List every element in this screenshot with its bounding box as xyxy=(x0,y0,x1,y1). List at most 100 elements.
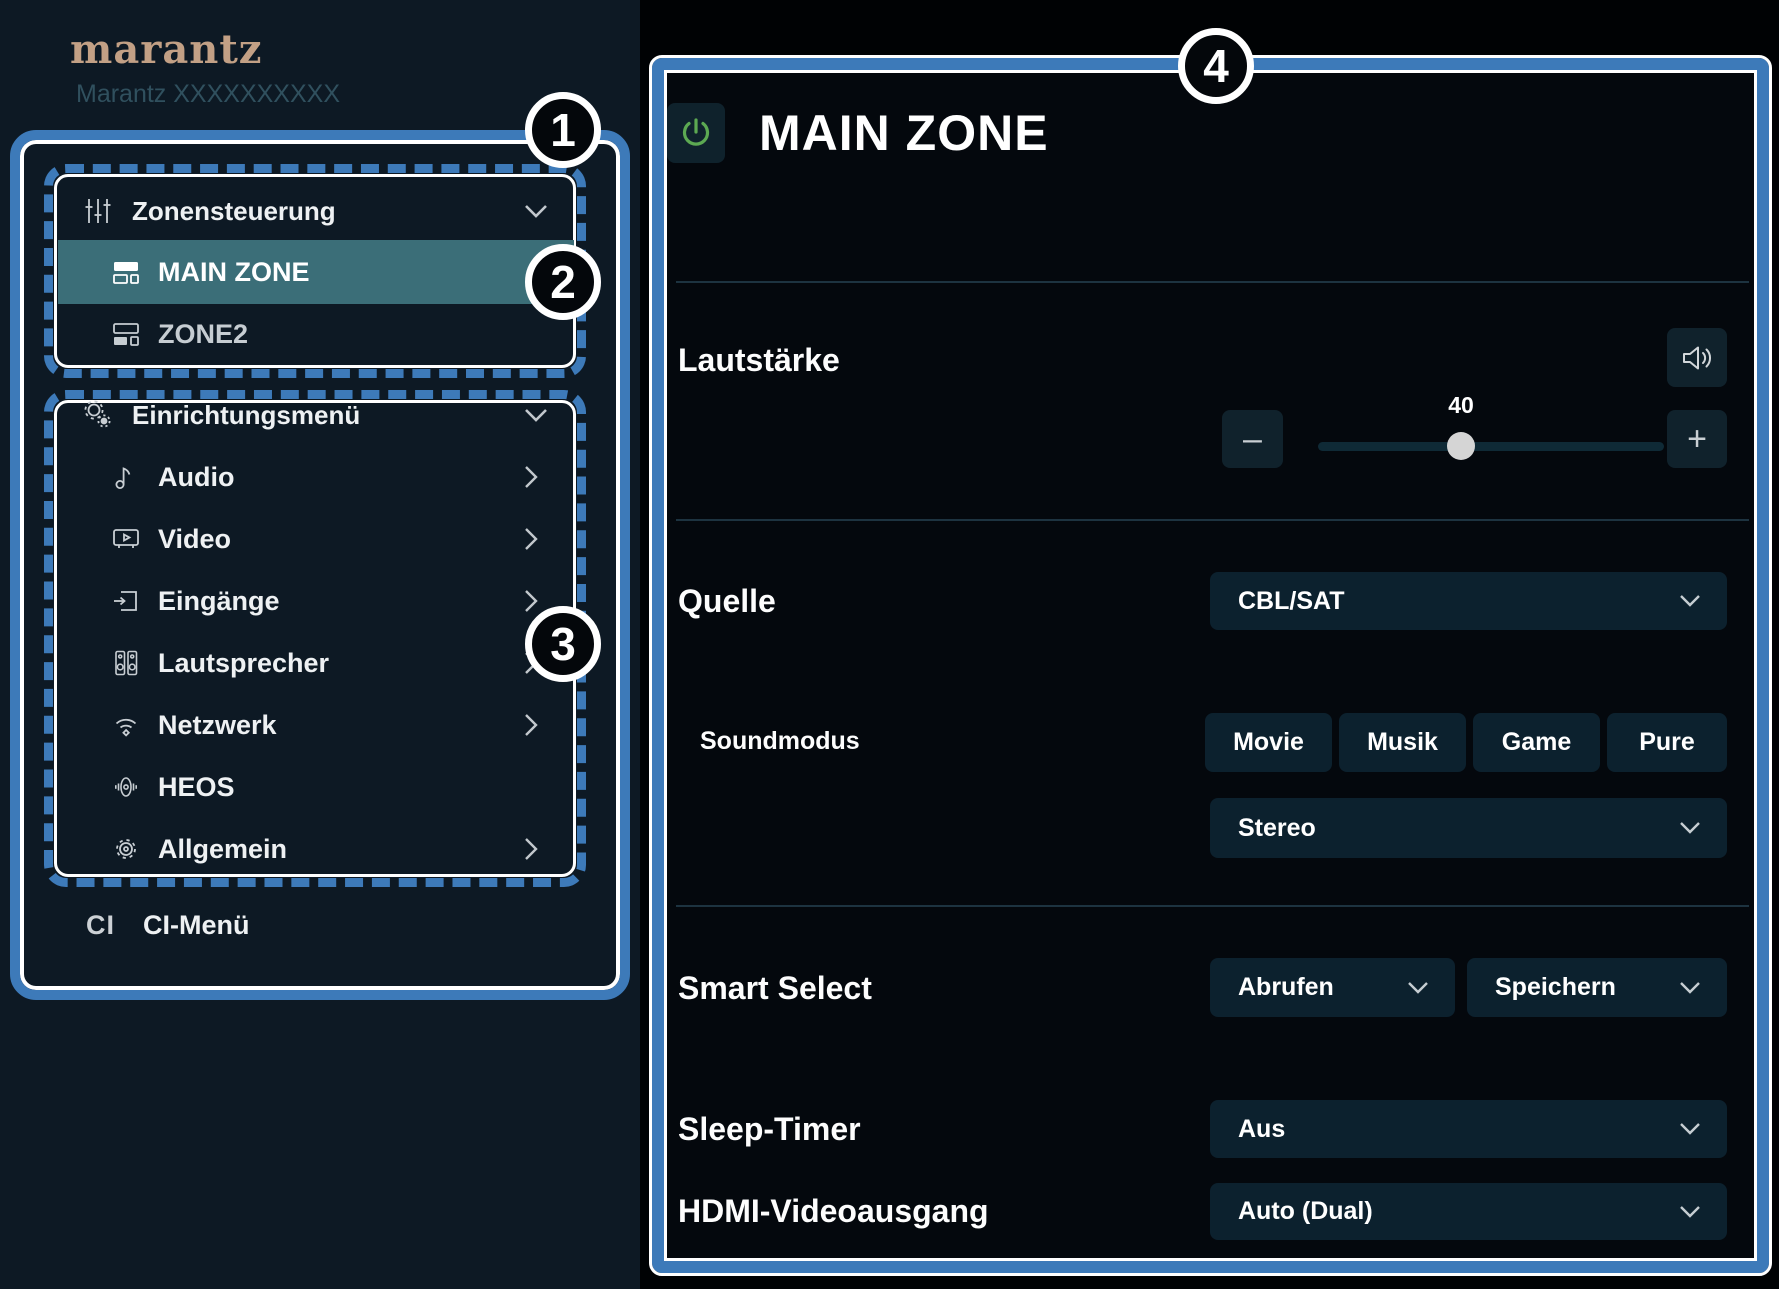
video-label: Video xyxy=(158,523,232,554)
callout-4: 4 xyxy=(1178,28,1254,104)
heos-icon xyxy=(110,771,142,803)
main-zone-label: MAIN ZONE xyxy=(158,256,310,287)
recall-value: Abrufen xyxy=(1238,973,1334,1001)
screen: marantz Marantz XXXXXXXXXX Zonensteuerun… xyxy=(0,0,1779,1289)
sound-mode-label: Soundmodus xyxy=(700,727,860,755)
main-zone-icon xyxy=(110,256,142,288)
music-button-label: Musik xyxy=(1367,728,1438,756)
callout-4-number: 4 xyxy=(1203,40,1229,92)
sidebar-item-network[interactable]: Netzwerk xyxy=(62,698,568,752)
sound-mode-pure-button[interactable]: Pure xyxy=(1607,713,1727,772)
chevron-down-icon xyxy=(1407,981,1429,995)
sleep-timer-label: Sleep-Timer xyxy=(678,1111,861,1147)
ci-menu-label: CI-Menü xyxy=(143,909,250,940)
sound-mode-value: Stereo xyxy=(1238,813,1316,842)
sidebar-item-heos[interactable]: HEOS xyxy=(62,760,568,814)
zone2-icon xyxy=(110,318,142,350)
main-zone-panel: MAIN ZONE Lautstärke – 40 + Quelle CBL/S… xyxy=(649,55,1772,1276)
minus-icon: – xyxy=(1243,420,1262,458)
heos-label: HEOS xyxy=(158,771,235,802)
chevron-down-icon xyxy=(1679,1122,1701,1136)
source-dropdown[interactable]: CBL/SAT xyxy=(1210,572,1727,630)
chevron-right-icon xyxy=(523,527,538,551)
divider xyxy=(676,519,1749,521)
power-button[interactable] xyxy=(667,103,725,163)
smart-select-label: Smart Select xyxy=(678,970,872,1006)
chevron-down-icon xyxy=(1679,1205,1701,1219)
sidebar-item-audio[interactable]: Audio xyxy=(62,450,568,504)
sidebar-item-general[interactable]: Allgemein xyxy=(62,822,568,876)
wifi-icon xyxy=(110,709,142,741)
game-button-label: Game xyxy=(1501,728,1572,756)
source-value: CBL/SAT xyxy=(1238,586,1345,615)
setup-menu-header[interactable]: Einrichtungsmenü xyxy=(62,390,574,440)
hdmi-out-dropdown[interactable]: Auto (Dual) xyxy=(1210,1183,1727,1240)
zone-control-label: Zonensteuerung xyxy=(132,195,336,226)
sound-mode-game-button[interactable]: Game xyxy=(1473,713,1600,772)
callout-1: 1 xyxy=(525,92,601,168)
smart-select-store-dropdown[interactable]: Speichern xyxy=(1467,958,1727,1017)
music-note-icon xyxy=(110,461,142,493)
chevron-down-icon xyxy=(1679,821,1701,835)
sound-mode-dropdown[interactable]: Stereo xyxy=(1210,798,1727,858)
sidebar-item-ci-menu[interactable]: CI CI-Menü xyxy=(62,898,568,952)
setup-menu-label: Einrichtungsmenü xyxy=(132,399,361,430)
inputs-label: Eingänge xyxy=(158,585,280,616)
audio-label: Audio xyxy=(158,461,235,492)
chevron-right-icon xyxy=(523,465,538,489)
zone-control-header[interactable]: Zonensteuerung xyxy=(62,184,574,238)
chevron-right-icon xyxy=(523,837,538,861)
callout-1-number: 1 xyxy=(550,104,576,156)
store-value: Speichern xyxy=(1495,973,1616,1001)
sleep-timer-dropdown[interactable]: Aus xyxy=(1210,1100,1727,1158)
sidebar-item-zone2[interactable]: ZONE2 xyxy=(58,306,574,362)
chevron-down-icon xyxy=(524,407,548,423)
volume-up-button[interactable]: + xyxy=(1667,410,1727,468)
volume-down-button[interactable]: – xyxy=(1222,410,1283,468)
input-arrow-icon xyxy=(110,585,142,617)
source-label: Quelle xyxy=(678,583,776,619)
zone-sliders-icon xyxy=(82,195,114,227)
plus-icon: + xyxy=(1687,420,1707,458)
smart-select-recall-dropdown[interactable]: Abrufen xyxy=(1210,958,1455,1017)
chevron-right-icon xyxy=(523,589,538,613)
sidebar-item-video[interactable]: Video xyxy=(62,512,568,566)
divider xyxy=(676,905,1749,907)
volume-label: Lautstärke xyxy=(678,342,840,378)
model-name: Marantz XXXXXXXXXX xyxy=(76,80,341,108)
chevron-right-icon xyxy=(523,713,538,737)
hdmi-out-value: Auto (Dual) xyxy=(1238,1197,1373,1225)
callout-2: 2 xyxy=(525,244,601,320)
general-label: Allgemein xyxy=(158,833,288,864)
sidebar-item-inputs[interactable]: Eingänge xyxy=(62,574,568,628)
volume-value: 40 xyxy=(1448,392,1474,418)
sidebar-item-speakers[interactable]: Lautsprecher xyxy=(62,636,568,690)
callout-2-number: 2 xyxy=(550,256,576,308)
video-icon xyxy=(110,523,142,555)
pure-button-label: Pure xyxy=(1639,728,1695,756)
callout-3-number: 3 xyxy=(550,618,576,670)
chevron-down-icon xyxy=(524,203,548,219)
page-title: MAIN ZONE xyxy=(759,105,1049,161)
sidebar-item-main-zone[interactable]: MAIN ZONE xyxy=(58,240,574,304)
network-label: Netzwerk xyxy=(158,709,277,740)
ci-icon: CI xyxy=(86,909,115,940)
mute-button[interactable] xyxy=(1667,328,1727,387)
speakers-icon xyxy=(110,647,142,679)
sleep-timer-value: Aus xyxy=(1238,1114,1286,1143)
marantz-logo: marantz xyxy=(70,26,263,73)
sound-mode-movie-button[interactable]: Movie xyxy=(1205,713,1332,772)
hdmi-out-label: HDMI-Videoausgang xyxy=(678,1193,989,1229)
gears-icon xyxy=(82,399,114,431)
speakers-label: Lautsprecher xyxy=(158,647,330,678)
divider xyxy=(676,281,1749,283)
callout-3: 3 xyxy=(525,606,601,682)
zone2-label: ZONE2 xyxy=(158,318,249,349)
volume-slider-track[interactable] xyxy=(1318,442,1664,451)
sound-mode-music-button[interactable]: Musik xyxy=(1339,713,1466,772)
movie-button-label: Movie xyxy=(1233,728,1304,756)
chevron-down-icon xyxy=(1679,981,1701,995)
volume-slider-thumb[interactable] xyxy=(1447,432,1475,460)
gear-icon xyxy=(110,833,142,865)
speaker-icon xyxy=(1680,343,1714,373)
